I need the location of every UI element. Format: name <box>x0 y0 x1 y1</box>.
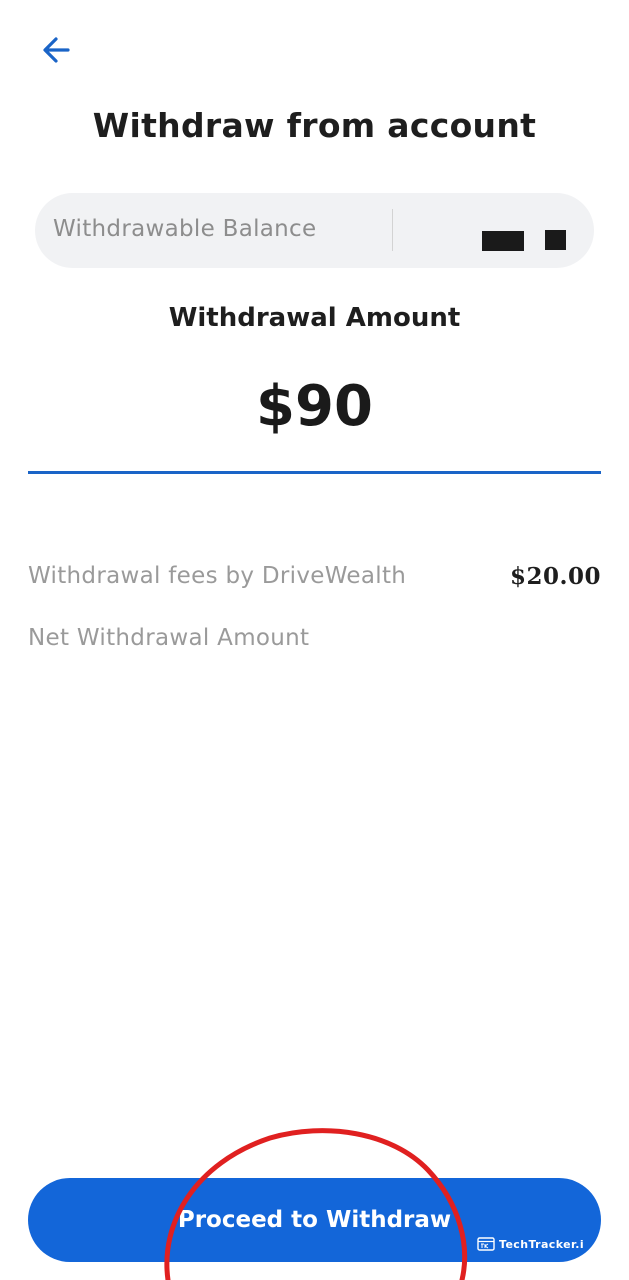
arrow-left-icon <box>43 37 70 63</box>
redaction-block <box>545 230 566 250</box>
page-title: Withdraw from account <box>92 106 537 145</box>
balance-divider <box>392 209 393 251</box>
withdrawable-balance-card: Withdrawable Balance <box>35 193 594 268</box>
amount-input-underline <box>28 471 601 474</box>
withdrawable-balance-value-redacted <box>482 229 572 251</box>
back-button[interactable] <box>34 30 78 70</box>
techtracker-watermark: TechTracker.i <box>477 1237 584 1251</box>
withdrawal-amount-input[interactable]: $90 <box>0 374 629 439</box>
redaction-block <box>482 231 524 251</box>
watermark-text: TechTracker.i <box>499 1237 585 1251</box>
browser-window-icon <box>477 1237 495 1251</box>
withdrawal-amount-label: Withdrawal Amount <box>168 303 461 333</box>
withdrawal-fee-label: Withdrawal fees by DriveWealth <box>28 563 407 589</box>
proceed-button-label: Proceed to Withdraw <box>177 1207 452 1233</box>
withdrawable-balance-label: Withdrawable Balance <box>53 216 317 242</box>
withdrawal-fee-value: $20.00 <box>509 563 601 590</box>
net-withdrawal-amount-label: Net Withdrawal Amount <box>28 625 310 651</box>
